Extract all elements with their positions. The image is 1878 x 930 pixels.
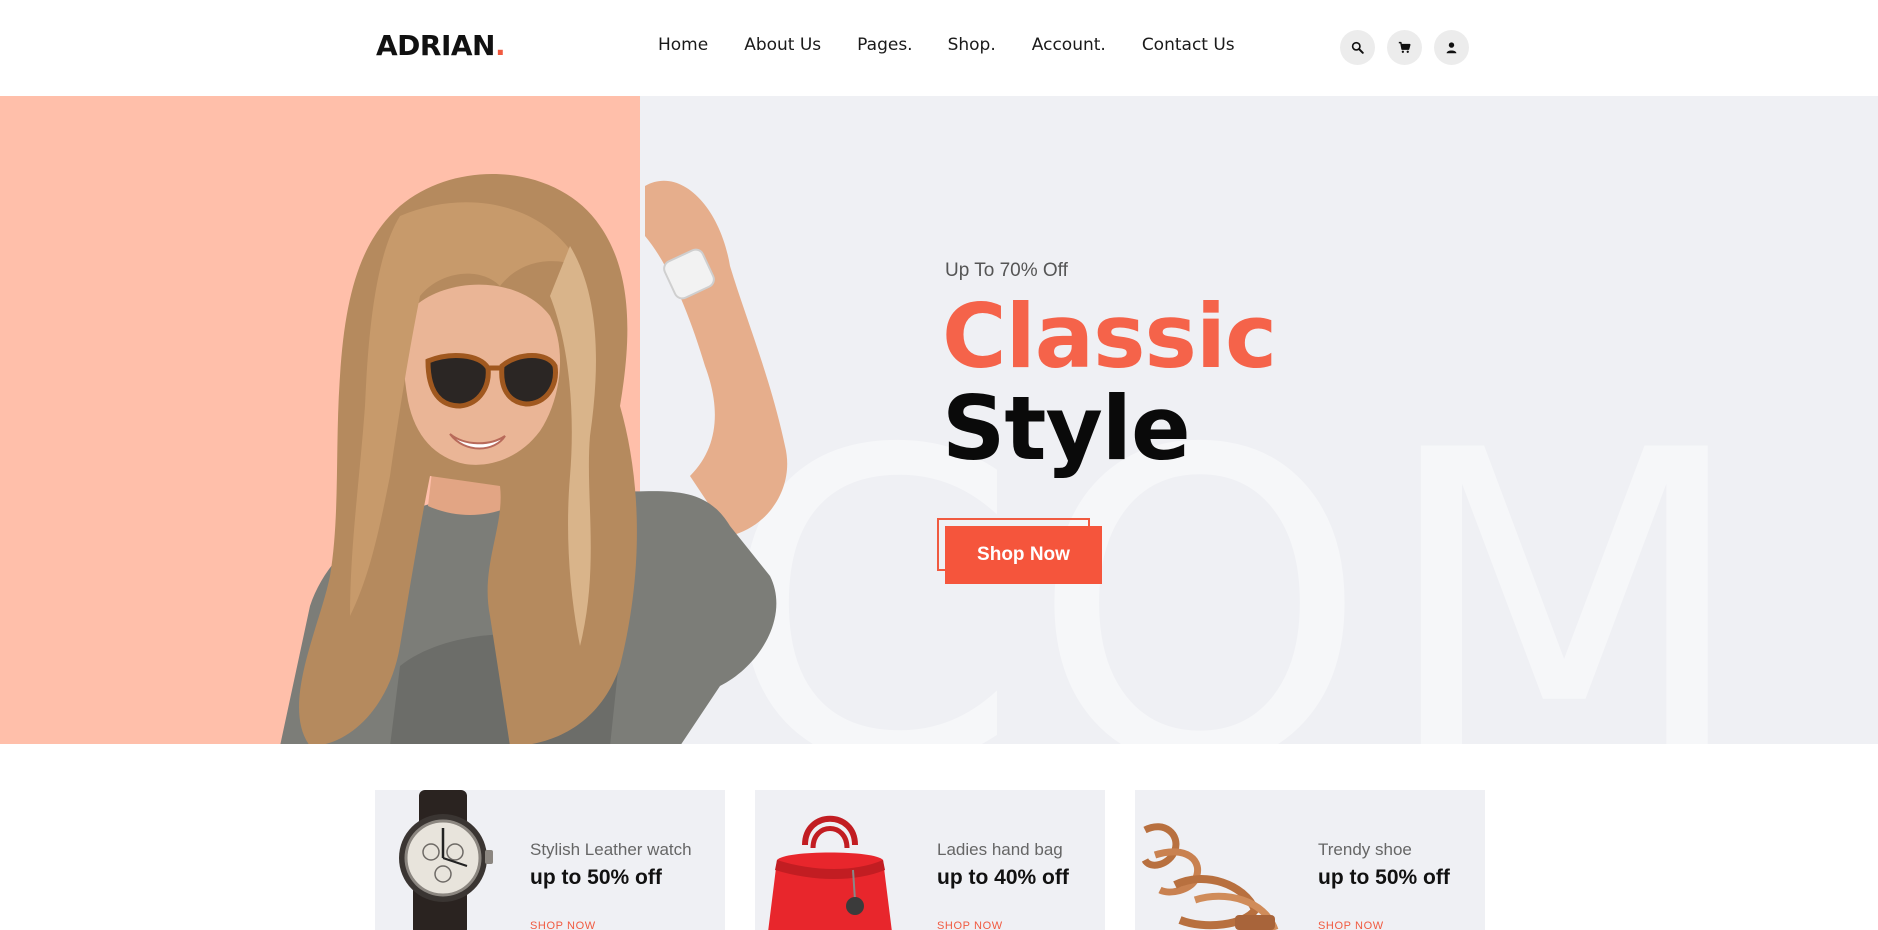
hero-title-line-1: Classic (942, 285, 1277, 388)
handbag-image (768, 815, 892, 930)
card-category-name: Ladies hand bag (937, 840, 1063, 859)
nav-item-account[interactable]: Account. (1032, 35, 1106, 55)
card-shop-link[interactable]: SHOP NOW (1318, 920, 1384, 930)
search-icon (1351, 41, 1364, 54)
card-category-name: Trendy shoe (1318, 840, 1412, 859)
account-button[interactable] (1434, 30, 1469, 65)
card-offer: up to 50% off (530, 866, 662, 889)
watch-image (399, 790, 493, 930)
card-category-name: Stylish Leather watch (530, 840, 692, 859)
brand-name: ADRIAN (376, 29, 496, 62)
nav-item-home[interactable]: Home (658, 35, 708, 55)
category-card-watch[interactable]: Stylish Leather watch up to 50% off SHOP… (375, 790, 725, 930)
shoe-image (1141, 823, 1279, 930)
hero-title-line-2: Style (942, 377, 1191, 480)
cart-button[interactable] (1387, 30, 1422, 65)
shop-now-button[interactable]: Shop Now (945, 526, 1102, 584)
cart-icon (1398, 41, 1411, 53)
card-offer: up to 40% off (937, 866, 1069, 889)
card-shop-link[interactable]: SHOP NOW (530, 920, 596, 930)
brand-logo[interactable]: ADRIAN. (376, 29, 506, 62)
hero-banner: COM Up To 70% Off Classic Style Shop Now (0, 96, 1878, 744)
user-icon (1446, 42, 1457, 54)
category-card-shoe[interactable]: Trendy shoe up to 50% off SHOP NOW (1135, 790, 1485, 930)
brand-dot: . (495, 29, 506, 62)
site-header: ADRIAN. Home About Us Pages. Shop. Accou… (0, 0, 1878, 96)
search-button[interactable] (1340, 30, 1375, 65)
hero-model-image (280, 173, 788, 744)
card-shop-link[interactable]: SHOP NOW (937, 920, 1003, 930)
nav-item-about-us[interactable]: About Us (744, 35, 821, 55)
nav-item-pages[interactable]: Pages. (857, 35, 912, 55)
category-card-handbag[interactable]: Ladies hand bag up to 40% off SHOP NOW (755, 790, 1105, 930)
card-offer: up to 50% off (1318, 866, 1450, 889)
nav-item-shop[interactable]: Shop. (948, 35, 996, 55)
nav-item-contact-us[interactable]: Contact Us (1142, 35, 1235, 55)
hero-subtitle: Up To 70% Off (945, 260, 1068, 281)
main-nav: Home About Us Pages. Shop. Account. Cont… (658, 35, 1235, 55)
